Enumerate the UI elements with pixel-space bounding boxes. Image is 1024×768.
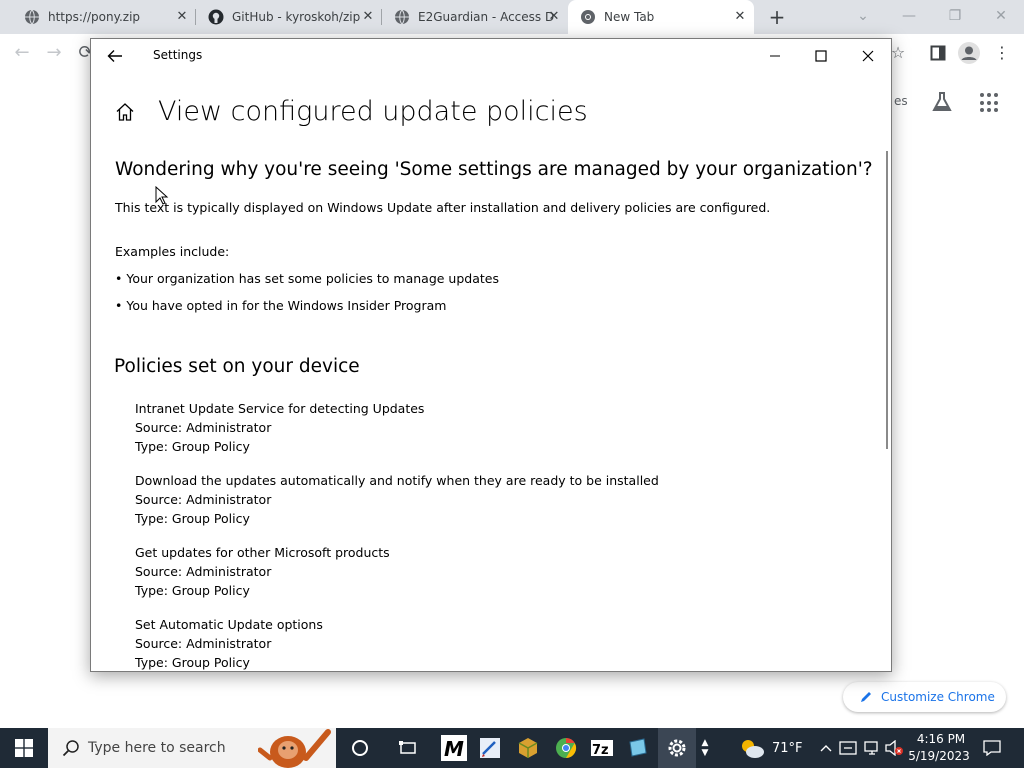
globe-icon [394, 9, 410, 25]
svg-text:7z: 7z [592, 743, 609, 758]
policy-item: Download the updates automatically and n… [135, 471, 659, 528]
browser-tab-e2guardian[interactable]: E2Guardian - Access D ✕ [382, 0, 568, 34]
speaker-muted-icon[interactable] [880, 734, 908, 762]
new-tab-button[interactable]: + [766, 6, 788, 28]
policy-type: Type: Group Policy [135, 439, 250, 454]
close-tab-icon[interactable]: ✕ [360, 9, 376, 25]
restore-icon[interactable]: ❐ [944, 6, 966, 28]
7zip-app-icon[interactable]: 7z [588, 734, 616, 762]
browser-tab-github[interactable]: GitHub - kyroskoh/zip ✕ [196, 0, 382, 34]
settings-window: Settings View configured update policies… [90, 38, 892, 672]
close-tab-icon[interactable]: ✕ [732, 9, 748, 25]
clock-time[interactable]: 4:16 PM [914, 732, 968, 746]
tab-label: New Tab [604, 10, 655, 24]
back-button[interactable] [103, 45, 127, 67]
browser-tab-new-tab[interactable]: New Tab ✕ [568, 0, 754, 34]
chrome-menu-icon[interactable]: ⋮ [990, 41, 1014, 65]
search-icon [62, 740, 79, 757]
home-icon[interactable] [115, 102, 135, 122]
profile-avatar-icon[interactable] [957, 41, 981, 65]
policies-heading: Policies set on your device [114, 356, 360, 377]
policy-item: Get updates for other Microsoft products… [135, 543, 390, 600]
tab-search-icon[interactable]: ⌄ [852, 6, 874, 28]
notepad-app-icon[interactable] [624, 734, 652, 762]
policy-source: Source: Administrator [135, 492, 272, 507]
policy-name: Set Automatic Update options [135, 617, 323, 632]
customize-chrome-button[interactable]: Customize Chrome [843, 682, 1006, 712]
start-button[interactable] [0, 728, 48, 768]
tab-label: GitHub - kyroskoh/zip [232, 10, 361, 24]
browser-tab-pony[interactable]: https://pony.zip ✕ [10, 0, 196, 34]
customize-chrome-label: Customize Chrome [881, 690, 995, 704]
policy-type: Type: Group Policy [135, 583, 250, 598]
policy-source: Source: Administrator [135, 636, 272, 651]
back-arrow-icon [107, 50, 122, 62]
tab-label: E2Guardian - Access D [418, 10, 555, 24]
weather-icon [738, 734, 766, 762]
back-arrow-icon[interactable]: ← [10, 41, 34, 65]
ntp-link-text[interactable]: es [894, 94, 908, 108]
why-text: This text is typically displayed on Wind… [115, 200, 771, 215]
github-icon [208, 9, 224, 25]
chrome-app-icon[interactable] [552, 734, 580, 762]
policy-name: Get updates for other Microsoft products [135, 545, 390, 560]
chrome-icon [580, 9, 596, 25]
settings-titlebar[interactable]: Settings [91, 39, 891, 73]
policy-item: Set Automatic Update options Source: Adm… [135, 615, 323, 671]
mouse-cursor-icon [155, 185, 169, 206]
side-panel-icon[interactable] [926, 41, 950, 65]
package-app-icon[interactable] [514, 734, 542, 762]
orangutan-search-highlight-icon [257, 728, 336, 768]
task-view-icon[interactable] [394, 734, 422, 762]
policy-type: Type: Group Policy [135, 655, 250, 670]
window-title: Settings [153, 48, 203, 62]
maximize-button[interactable] [804, 43, 838, 69]
m-app-icon[interactable]: M [440, 734, 468, 762]
example-item: • You have opted in for the Windows Insi… [115, 298, 447, 313]
forward-arrow-icon[interactable]: → [42, 41, 66, 65]
minimize-icon[interactable]: — [898, 6, 920, 28]
weather-temperature: 71°F [772, 741, 803, 756]
policy-type: Type: Group Policy [135, 511, 250, 526]
minimize-button[interactable] [758, 43, 792, 69]
close-button[interactable] [851, 43, 885, 69]
policy-source: Source: Administrator [135, 564, 272, 579]
notifications-icon[interactable] [978, 734, 1006, 762]
settings-gear-icon[interactable] [663, 734, 691, 762]
tab-label: https://pony.zip [48, 10, 141, 24]
policy-source: Source: Administrator [135, 420, 272, 435]
scrollbar-thumb[interactable] [886, 151, 888, 449]
clock-date[interactable]: 5/19/2023 [906, 749, 972, 763]
policy-name: Intranet Update Service for detecting Up… [135, 401, 425, 416]
browser-tabstrip: https://pony.zip ✕ GitHub - kyroskoh/zip… [0, 0, 1024, 34]
windows-logo-icon [15, 739, 33, 757]
example-item: • Your organization has set some policie… [115, 271, 499, 286]
taskbar-scroll-icon[interactable]: ▲ ▼ [698, 734, 712, 762]
editor-app-icon[interactable] [476, 734, 504, 762]
svg-text:M: M [444, 737, 464, 761]
close-icon[interactable]: ✕ [990, 6, 1012, 28]
globe-icon [24, 9, 40, 25]
why-heading: Wondering why you're seeing 'Some settin… [115, 159, 873, 180]
apps-grid-icon[interactable] [980, 93, 1000, 113]
examples-label: Examples include: [115, 244, 230, 259]
cortana-icon[interactable] [346, 734, 374, 762]
pencil-icon [861, 692, 871, 702]
close-tab-icon[interactable]: ✕ [174, 9, 190, 25]
policy-name: Download the updates automatically and n… [135, 473, 659, 488]
close-tab-icon[interactable]: ✕ [546, 9, 562, 25]
policy-item: Intranet Update Service for detecting Up… [135, 399, 424, 456]
page-title: View configured update policies [158, 96, 588, 127]
search-placeholder: Type here to search [88, 740, 226, 756]
flask-icon[interactable] [930, 90, 954, 114]
